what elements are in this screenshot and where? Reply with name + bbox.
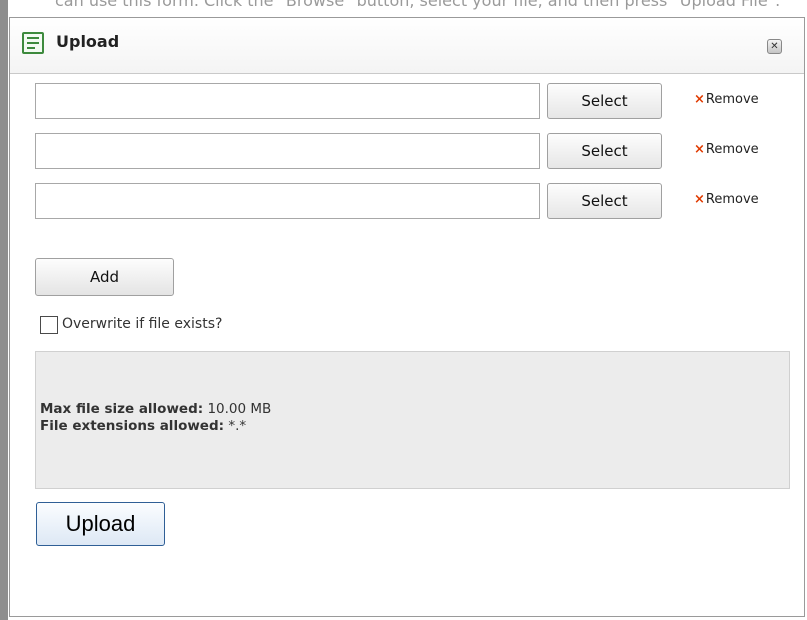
select-button-3[interactable]: Select (547, 183, 662, 219)
close-icon[interactable]: ✕ (767, 39, 782, 54)
remove-x-icon: × (694, 92, 705, 107)
file-row-2: Select ×Remove (10, 133, 806, 171)
remove-link-2[interactable]: ×Remove (694, 142, 759, 157)
select-button-2[interactable]: Select (547, 133, 662, 169)
file-extensions-line: File extensions allowed: *.* (40, 418, 246, 434)
remove-x-icon: × (694, 142, 705, 157)
extensions-value: *.* (228, 418, 247, 434)
page-left-border (0, 0, 8, 620)
form-icon (22, 32, 44, 54)
file-path-input-3[interactable] (35, 183, 540, 219)
file-row-3: Select ×Remove (10, 183, 806, 221)
remove-label-1: Remove (705, 92, 759, 107)
remove-link-3[interactable]: ×Remove (694, 192, 759, 207)
file-row-1: Select ×Remove (10, 83, 806, 121)
max-file-size-line: Max file size allowed: 10.00 MB (40, 401, 271, 417)
remove-link-1[interactable]: ×Remove (694, 92, 759, 107)
dialog-titlebar: Upload ✕ (10, 18, 804, 74)
dialog-title: Upload (56, 32, 120, 51)
overwrite-label: Overwrite if file exists? (62, 316, 223, 332)
overwrite-checkbox[interactable] (40, 316, 58, 334)
file-path-input-2[interactable] (35, 133, 540, 169)
select-button-1[interactable]: Select (547, 83, 662, 119)
background-instruction-text: can use this form. Click the "Browse" bu… (55, 0, 781, 10)
max-size-value: 10.00 MB (207, 401, 272, 417)
upload-dialog: Upload ✕ Select ×Remove Select ×Remove S… (9, 17, 805, 617)
remove-label-2: Remove (705, 142, 759, 157)
file-path-input-1[interactable] (35, 83, 540, 119)
upload-info-panel: Max file size allowed: 10.00 MB File ext… (35, 351, 790, 489)
remove-label-3: Remove (705, 192, 759, 207)
max-size-label: Max file size allowed: (40, 401, 204, 417)
remove-x-icon: × (694, 192, 705, 207)
add-file-button[interactable]: Add (35, 258, 174, 296)
upload-button[interactable]: Upload (36, 502, 165, 546)
extensions-label: File extensions allowed: (40, 418, 225, 434)
